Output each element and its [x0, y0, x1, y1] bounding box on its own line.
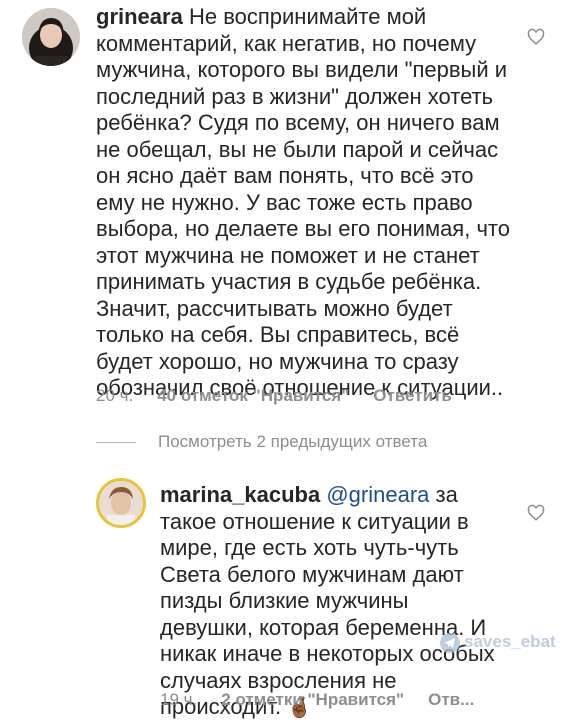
comment-text: за такое отношение к ситуации в мире, гд… [160, 482, 495, 719]
comment-body: grineara Не воспринимайте мой комментари… [96, 4, 516, 402]
comment-meta: 19 ч. 2 отметки "Нравится" Отв... [160, 690, 474, 710]
heart-outline-icon[interactable] [527, 28, 545, 46]
watermark-text: saves_ebat [464, 632, 556, 651]
comment-text: Не воспринимайте мой комментарий, как не… [96, 4, 510, 400]
reply-button[interactable]: Ответить [373, 386, 452, 406]
view-previous-replies[interactable]: Посмотреть 2 предыдущих ответа [96, 432, 427, 452]
comment-time: 20 ч. [96, 386, 134, 405]
comment-body: marina_kacuba @grineara за такое отношен… [160, 482, 500, 721]
watermark: saves_ebat [440, 632, 556, 653]
heart-outline-icon[interactable] [527, 504, 545, 522]
mention-link[interactable]: @grineara [326, 482, 429, 507]
comment-meta: 20 ч. 40 отметок "Нравится" Ответить [96, 386, 452, 406]
avatar-grineara[interactable] [22, 8, 80, 66]
likes-count-button[interactable]: 40 отметок "Нравится" [157, 386, 349, 406]
view-replies-label: Посмотреть 2 предыдущих ответа [158, 432, 428, 451]
divider-line [96, 442, 136, 444]
username-grineara[interactable]: grineara [96, 4, 183, 29]
username-marina-kacuba[interactable]: marina_kacuba [160, 482, 320, 507]
telegram-icon [440, 632, 460, 653]
avatar-marina-kacuba[interactable] [96, 478, 146, 528]
reply-button[interactable]: Отв... [428, 690, 474, 710]
comment-time: 19 ч. [160, 690, 198, 709]
likes-count-button[interactable]: 2 отметки "Нравится" [221, 690, 404, 710]
